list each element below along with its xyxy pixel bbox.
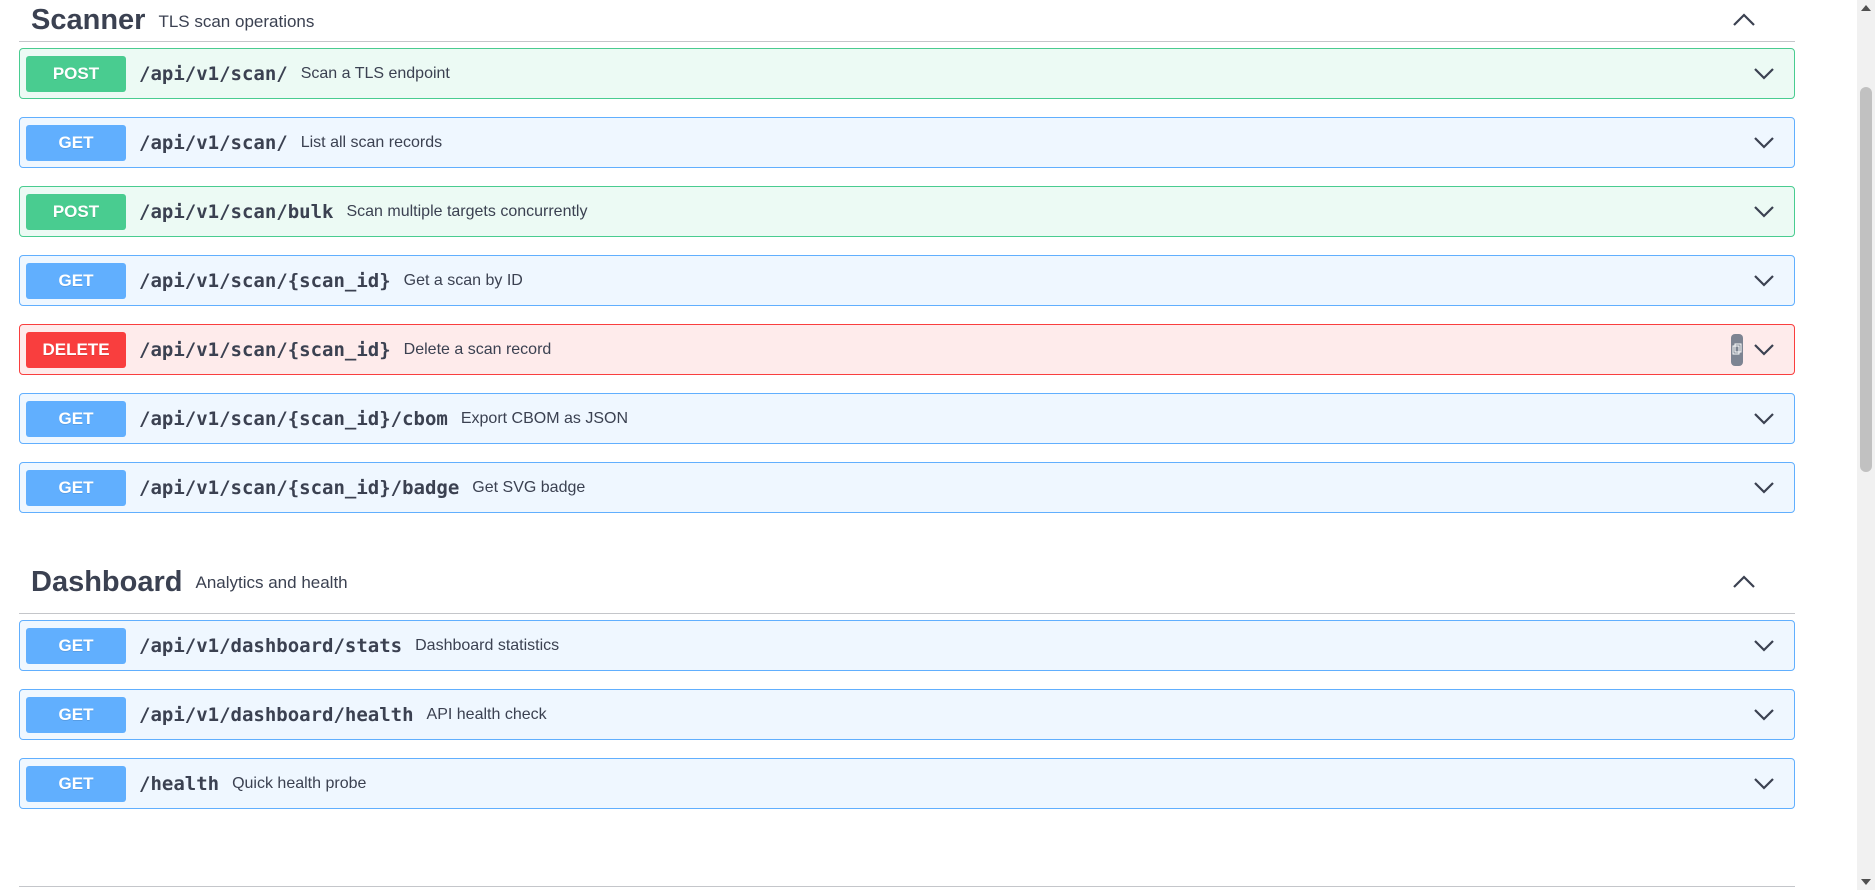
chevron-down-icon[interactable] xyxy=(1750,474,1778,502)
operation-path: /api/v1/scan/{scan_id} xyxy=(139,269,391,292)
operation-get-scan-by-id[interactable]: GET /api/v1/scan/{scan_id} Get a scan by… xyxy=(19,255,1795,306)
method-badge: DELETE xyxy=(26,331,126,368)
operation-summary: Export CBOM as JSON xyxy=(460,409,629,427)
method-badge: POST xyxy=(26,55,126,92)
method-badge: GET xyxy=(26,765,126,802)
operation-summary: Get SVG badge xyxy=(472,478,586,496)
operation-summary: Scan multiple targets concurrently xyxy=(346,202,588,220)
tag-header-dashboard[interactable]: Dashboard Analytics and health xyxy=(19,551,1795,614)
method-badge: GET xyxy=(26,262,126,299)
vertical-scrollbar[interactable] xyxy=(1857,0,1875,890)
operation-delete-scan[interactable]: DELETE /api/v1/scan/{scan_id} Delete a s… xyxy=(19,324,1795,375)
operation-post-scan[interactable]: POST /api/v1/scan/ Scan a TLS endpoint xyxy=(19,48,1795,99)
operation-summary: Dashboard statistics xyxy=(415,636,560,654)
operation-get-dashboard-health[interactable]: GET /api/v1/dashboard/health API health … xyxy=(19,689,1795,740)
operation-path: /api/v1/scan/bulk xyxy=(139,200,334,223)
method-badge: GET xyxy=(26,124,126,161)
chevron-down-icon[interactable] xyxy=(1750,632,1778,660)
operation-get-scan-cbom[interactable]: GET /api/v1/scan/{scan_id}/cbom Export C… xyxy=(19,393,1795,444)
chevron-down-icon[interactable] xyxy=(1750,405,1778,433)
section-divider xyxy=(19,886,1795,887)
operation-get-scan-list[interactable]: GET /api/v1/scan/ List all scan records xyxy=(19,117,1795,168)
method-badge: GET xyxy=(26,627,126,664)
method-badge: POST xyxy=(26,193,126,230)
operation-summary: Get a scan by ID xyxy=(403,271,523,289)
tag-name: Dashboard xyxy=(31,565,183,598)
chevron-down-icon[interactable] xyxy=(1750,198,1778,226)
operation-path: /api/v1/scan/ xyxy=(139,131,288,154)
chevron-down-icon[interactable] xyxy=(1750,336,1778,364)
operation-summary: Quick health probe xyxy=(232,774,367,792)
swagger-page: Scanner TLS scan operations POST /api/v1… xyxy=(0,0,1875,890)
method-badge: GET xyxy=(26,696,126,733)
tag-name: Scanner xyxy=(31,4,146,36)
operation-summary: API health check xyxy=(426,705,547,723)
operation-path: /api/v1/scan/ xyxy=(139,62,288,85)
method-badge: GET xyxy=(26,469,126,506)
operation-path: /api/v1/scan/{scan_id}/cbom xyxy=(139,407,448,430)
operation-summary: List all scan records xyxy=(300,133,443,151)
chevron-down-icon[interactable] xyxy=(1750,770,1778,798)
tag-description: Analytics and health xyxy=(195,573,348,592)
operation-path: /api/v1/dashboard/health xyxy=(139,703,414,726)
tag-description: TLS scan operations xyxy=(158,11,315,31)
scrollbar-thumb[interactable] xyxy=(1860,87,1872,472)
method-badge: GET xyxy=(26,400,126,437)
operation-post-scan-bulk[interactable]: POST /api/v1/scan/bulk Scan multiple tar… xyxy=(19,186,1795,237)
chevron-up-icon[interactable] xyxy=(1729,567,1759,597)
chevron-up-icon[interactable] xyxy=(1729,5,1759,35)
chevron-down-icon[interactable] xyxy=(1750,267,1778,295)
operation-get-dashboard-stats[interactable]: GET /api/v1/dashboard/stats Dashboard st… xyxy=(19,620,1795,671)
operation-summary: Delete a scan record xyxy=(403,340,552,358)
copy-icon[interactable] xyxy=(1731,333,1743,366)
chevron-down-icon[interactable] xyxy=(1750,60,1778,88)
chevron-down-icon[interactable] xyxy=(1750,129,1778,157)
operation-get-health[interactable]: GET /health Quick health probe xyxy=(19,758,1795,809)
scroll-up-icon[interactable] xyxy=(1861,5,1871,11)
operation-path: /api/v1/scan/{scan_id}/badge xyxy=(139,476,460,499)
operation-path: /api/v1/dashboard/stats xyxy=(139,634,403,657)
operation-path: /health xyxy=(139,772,220,795)
chevron-down-icon[interactable] xyxy=(1750,701,1778,729)
operations-list: Scanner TLS scan operations POST /api/v1… xyxy=(19,0,1795,809)
tag-header-scanner[interactable]: Scanner TLS scan operations xyxy=(19,0,1795,42)
operation-path: /api/v1/scan/{scan_id} xyxy=(139,338,391,361)
operation-get-scan-badge[interactable]: GET /api/v1/scan/{scan_id}/badge Get SVG… xyxy=(19,462,1795,513)
scroll-down-icon[interactable] xyxy=(1861,879,1871,885)
operation-summary: Scan a TLS endpoint xyxy=(300,64,450,82)
